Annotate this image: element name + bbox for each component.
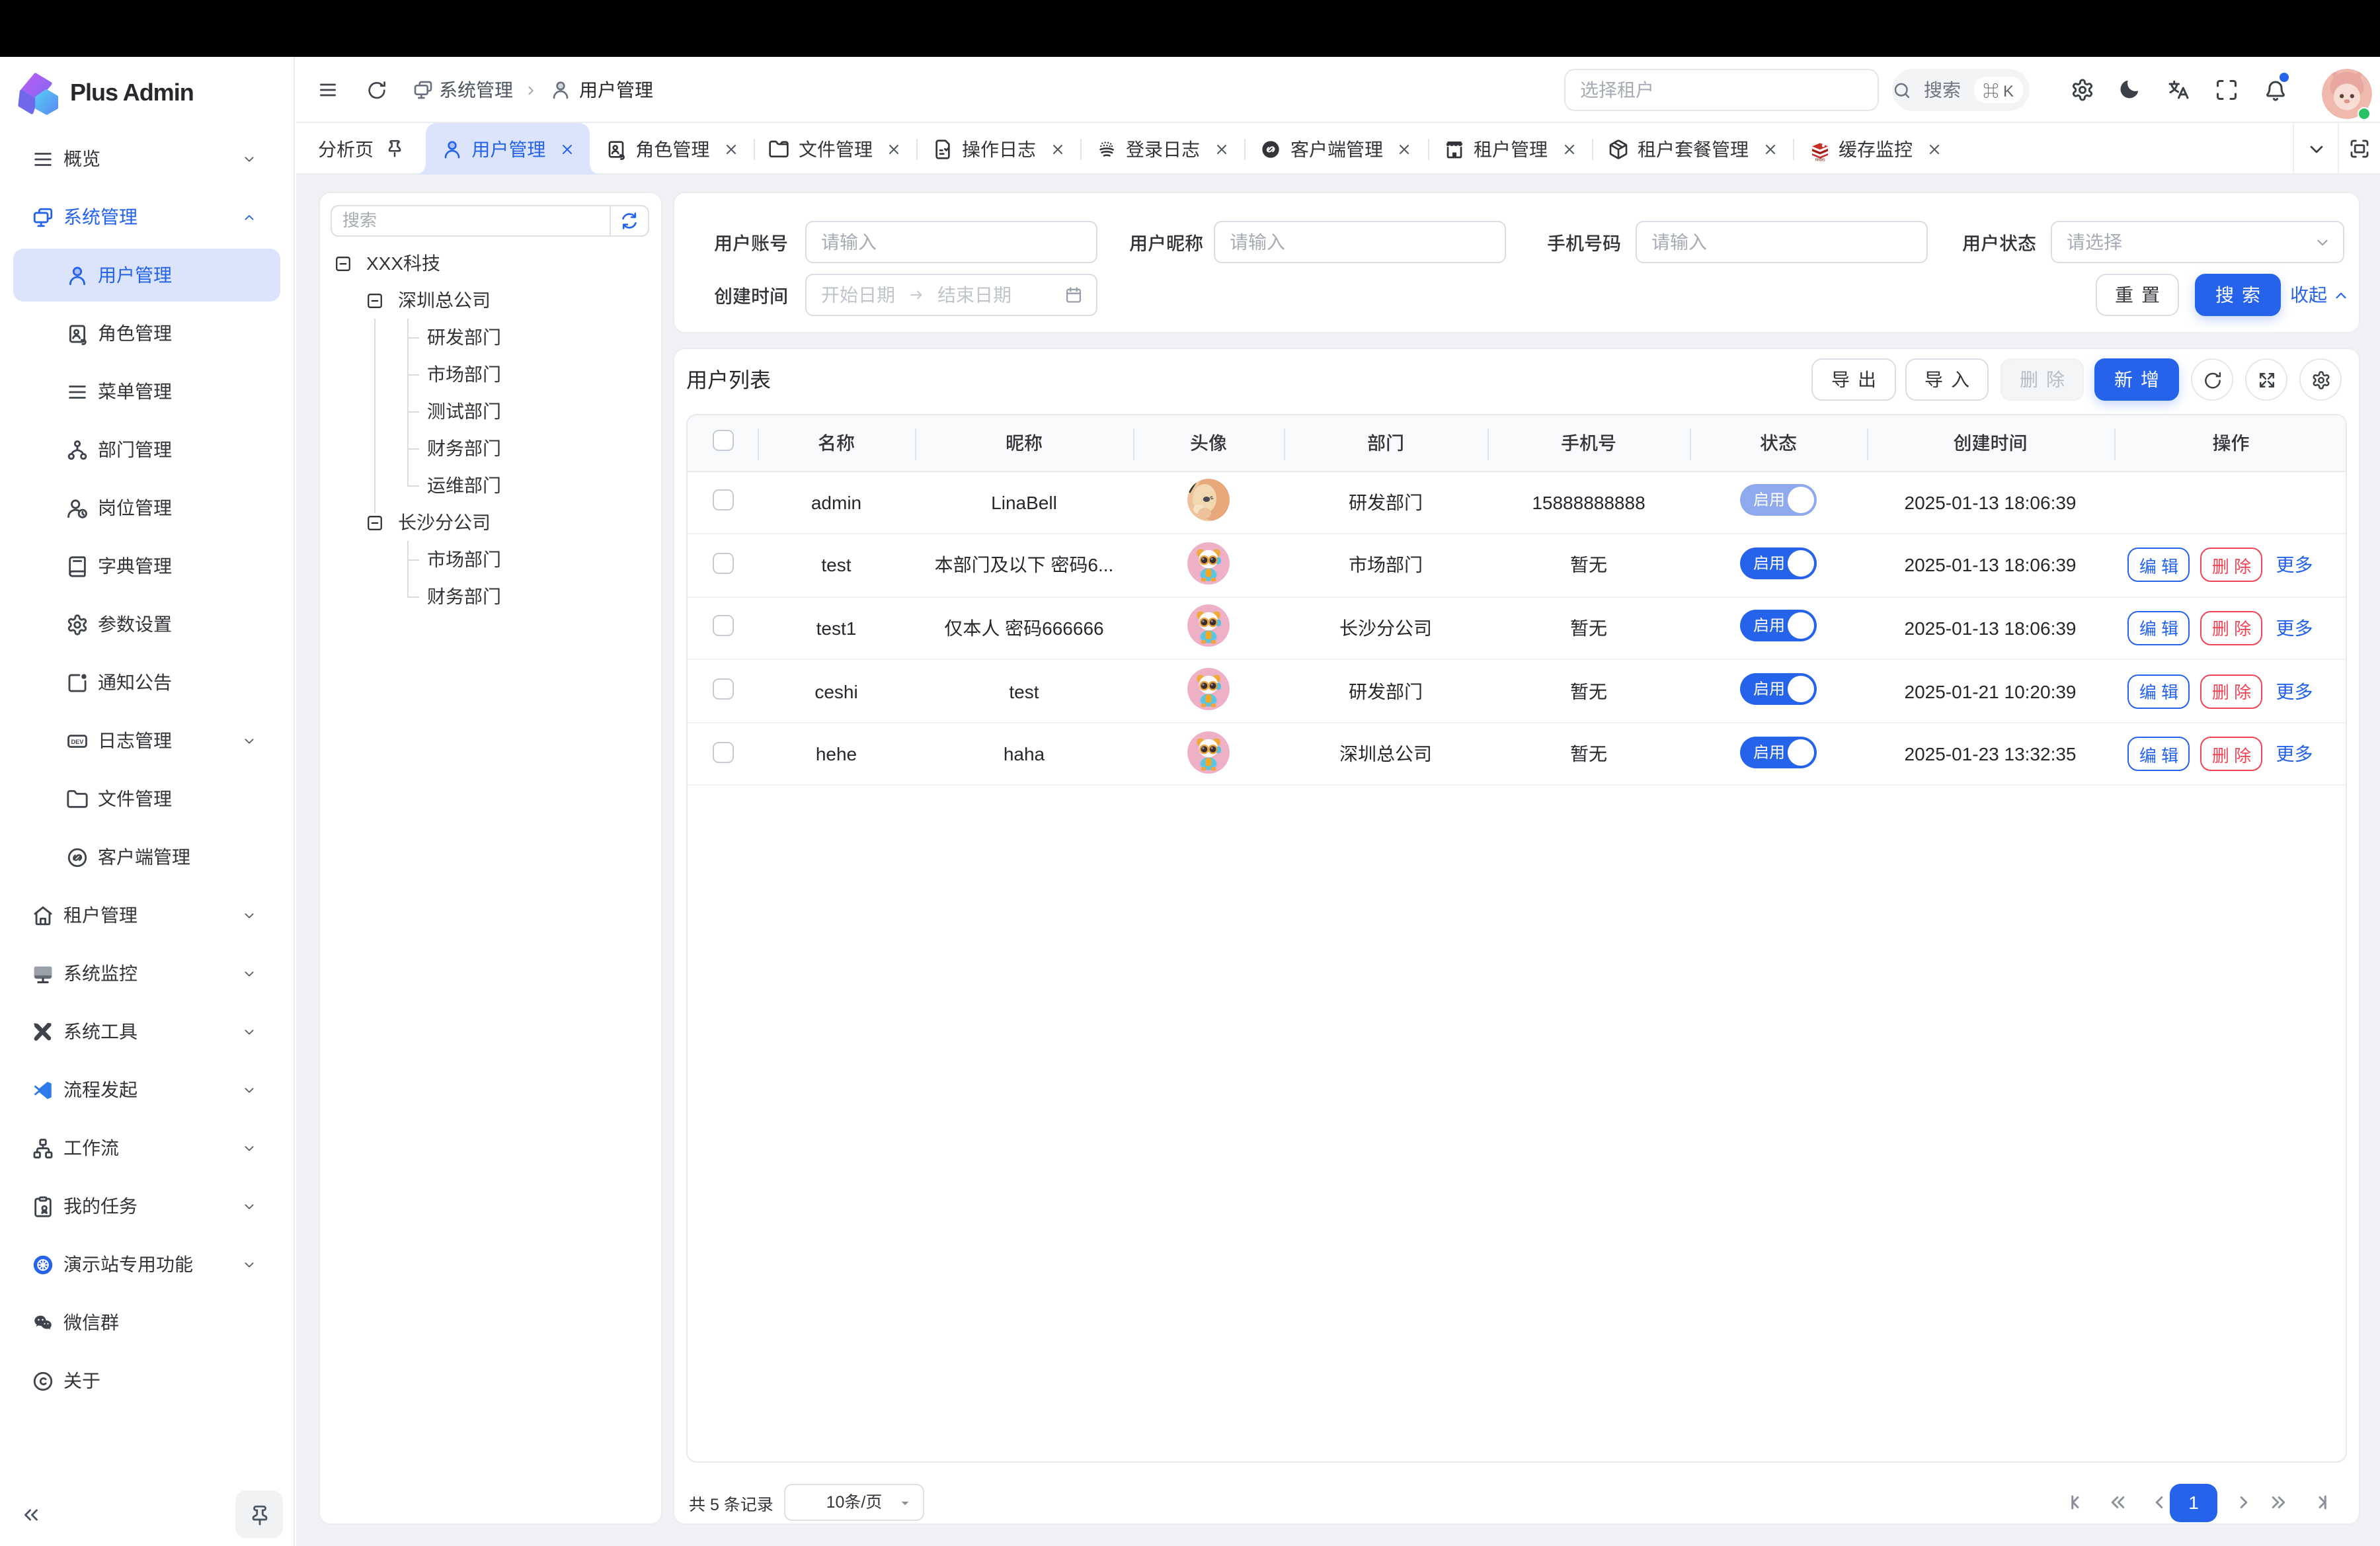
svg-text:redis: redis bbox=[1814, 156, 1825, 161]
svg-text:DEV: DEV bbox=[71, 738, 85, 745]
